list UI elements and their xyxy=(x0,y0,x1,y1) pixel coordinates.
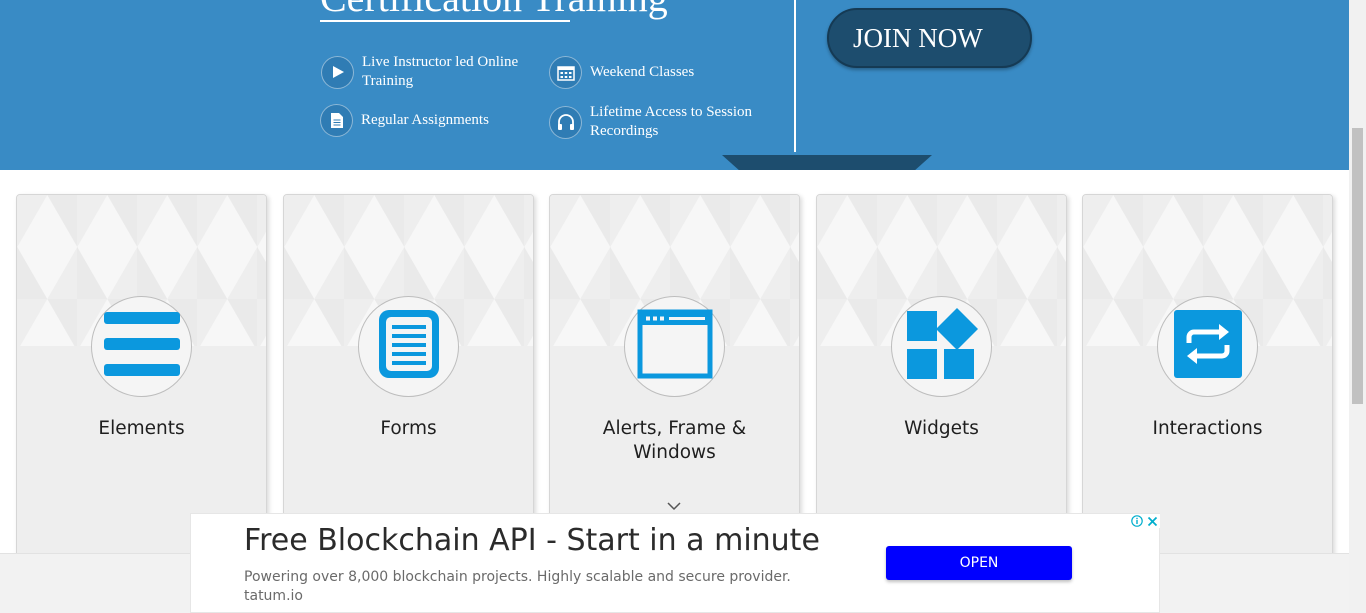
scrollbar-thumb[interactable] xyxy=(1352,128,1363,404)
feature-weekend-classes: Weekend Classes xyxy=(549,56,760,89)
ad-headline[interactable]: Free Blockchain API - Start in a minute xyxy=(244,523,820,558)
info-icon[interactable] xyxy=(1130,514,1144,528)
play-icon xyxy=(321,55,354,89)
ad-domain: tatum.io xyxy=(244,588,303,604)
widgets-blocks-icon xyxy=(906,308,978,385)
certification-banner: Certification Training Live Instructor l… xyxy=(0,0,1350,170)
banner-tab-decoration xyxy=(722,155,932,170)
feature-label: Weekend Classes xyxy=(590,64,695,80)
browser-window-icon xyxy=(637,309,713,384)
feature-label: Lifetime Access to Session Recordings xyxy=(590,104,753,139)
swap-arrows-icon xyxy=(1173,309,1243,384)
ad-open-button[interactable]: OPEN xyxy=(886,546,1072,580)
menu-lines-icon xyxy=(103,309,181,384)
feature-assignments: Regular Assignments xyxy=(320,104,531,137)
card-label: Widgets xyxy=(904,418,979,439)
card-elements[interactable]: Elements xyxy=(16,194,267,564)
card-interactions[interactable]: Interactions xyxy=(1082,194,1333,564)
card-icon-circle xyxy=(891,296,992,397)
feature-lifetime-access: Lifetime Access to Session Recordings xyxy=(549,103,760,141)
banner-divider xyxy=(794,0,796,152)
form-document-icon xyxy=(378,309,440,384)
ad-description: Powering over 8,000 blockchain projects.… xyxy=(244,569,791,585)
document-icon xyxy=(320,104,353,137)
card-alerts-frame-windows[interactable]: Alerts, Frame & Windows xyxy=(549,194,800,564)
card-label: Alerts, Frame & Windows xyxy=(602,418,747,463)
close-icon[interactable] xyxy=(1145,514,1160,528)
feature-live-training: Live Instructor led Online Training xyxy=(321,53,532,91)
card-widgets[interactable]: Widgets xyxy=(816,194,1067,564)
ad-banner[interactable]: Free Blockchain API - Start in a minute … xyxy=(190,513,1160,613)
card-forms[interactable]: Forms xyxy=(283,194,534,564)
calendar-icon xyxy=(549,56,582,89)
join-now-button[interactable]: JOIN NOW xyxy=(827,8,1032,68)
feature-label: Live Instructor led Online Training xyxy=(362,54,519,89)
card-label: Interactions xyxy=(1152,418,1263,439)
card-icon-circle xyxy=(1157,296,1258,397)
banner-title-underline xyxy=(320,20,570,22)
card-icon-circle xyxy=(91,296,192,397)
headphones-icon xyxy=(549,105,582,139)
card-label: Forms xyxy=(380,418,437,439)
card-label: Elements xyxy=(98,418,185,439)
banner-title: Certification Training xyxy=(320,0,668,21)
feature-label: Regular Assignments xyxy=(361,112,489,128)
card-icon-circle xyxy=(624,296,725,397)
card-icon-circle xyxy=(358,296,459,397)
